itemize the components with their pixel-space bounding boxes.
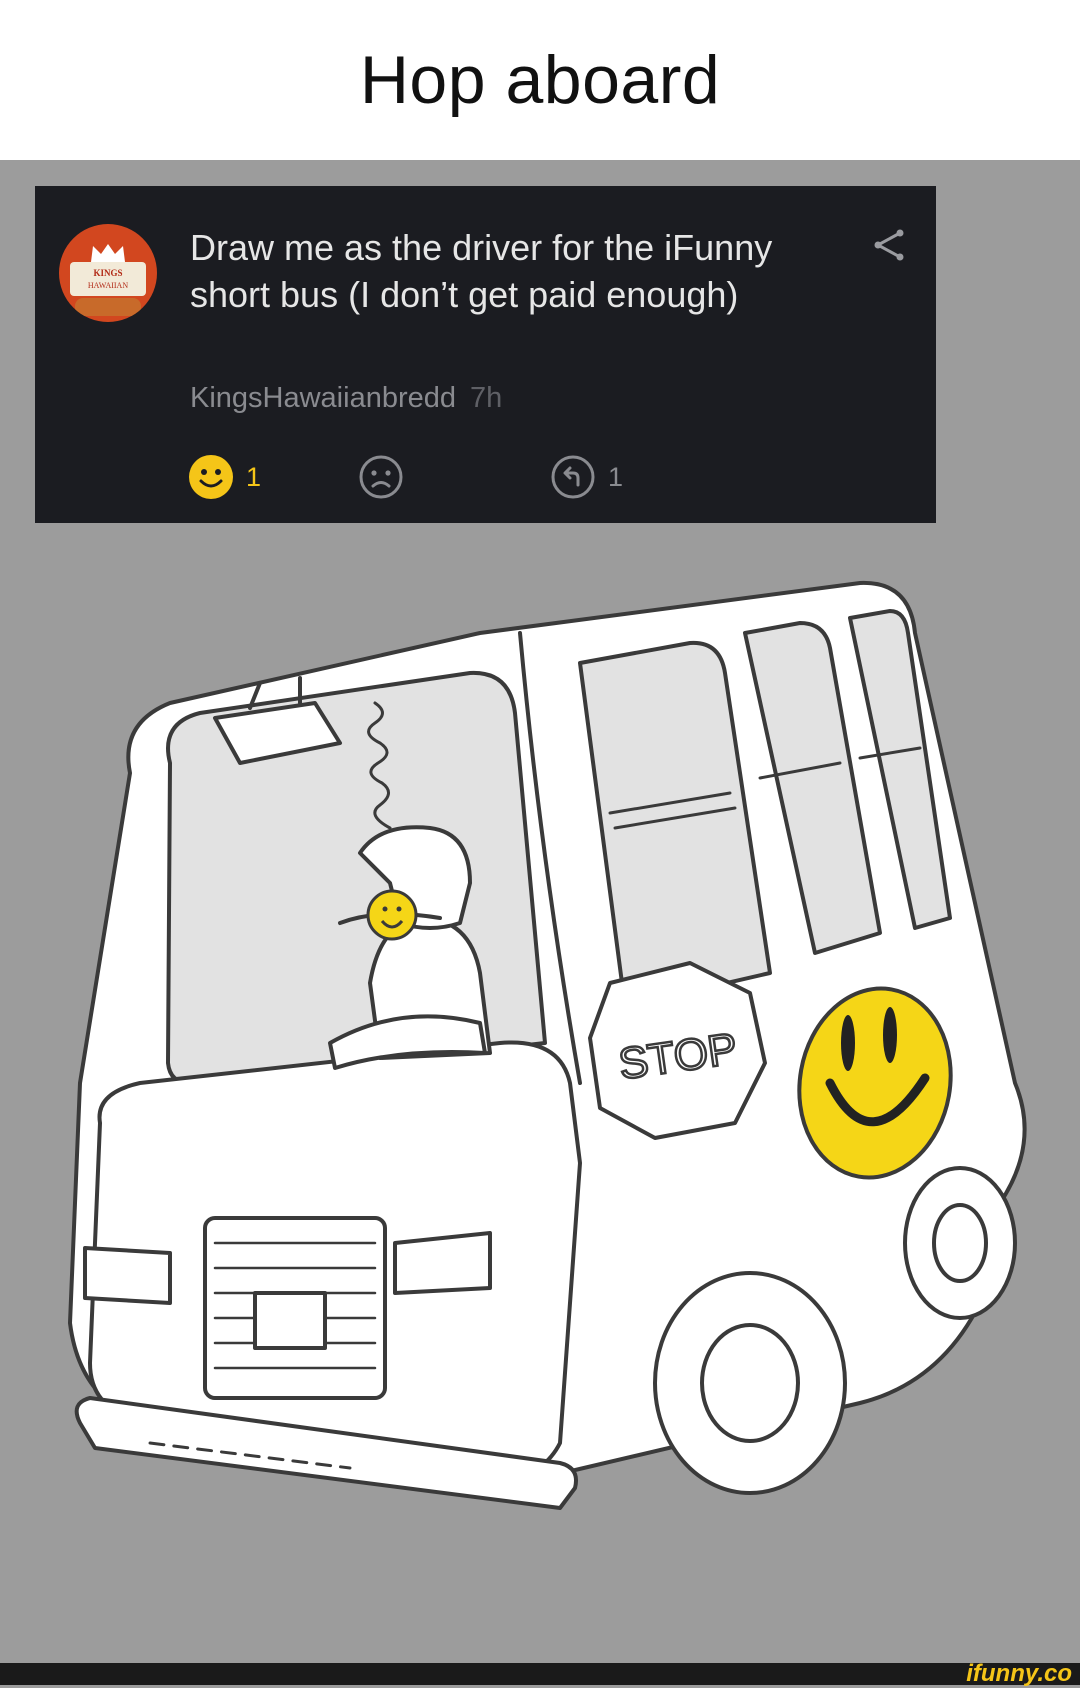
smile-button[interactable]: 1 [188,454,261,500]
headlight-right [393,1231,492,1295]
caption-bar: Hop aboard [0,0,1080,160]
ifunny-logo[interactable]: ifunny.co [966,1660,1072,1688]
bread-rolls [75,298,141,316]
smile-icon [189,455,233,499]
comment-time: 7h [470,382,503,414]
comment-card: KINGS HAWAIIAN Draw me as the driver for… [35,186,936,523]
avatar-brand-line-2: HAWAIIAN [88,281,128,290]
comment-text: Draw me as the driver for the iFunny sho… [190,227,773,315]
comment-meta: KingsHawaiianbredd 7h [190,382,502,415]
avatar-brand-line-1: KINGS [93,268,122,278]
reply-icon [551,455,595,499]
avatar-label: KINGS HAWAIIAN [70,262,146,296]
caption-title: Hop aboard [359,42,721,118]
avatar[interactable]: KINGS HAWAIIAN [59,224,157,322]
share-icon[interactable] [872,228,906,262]
hat-smiley-icon [366,889,418,941]
sad-face-icon [359,455,403,499]
reply-button[interactable]: 1 [550,454,623,500]
author-name[interactable]: KingsHawaiianbredd [190,382,456,414]
headlight-left [83,1246,172,1305]
unsmile-button[interactable] [358,454,404,505]
grille-badge [253,1291,327,1350]
smile-count: 1 [246,461,262,492]
crown-icon [91,244,125,262]
footer-bar: ifunny.co [0,1660,1080,1688]
comment-actions: 1 1 [188,454,648,504]
bus-drawing: STOP [68,580,1027,1510]
reply-count: 1 [608,461,624,492]
